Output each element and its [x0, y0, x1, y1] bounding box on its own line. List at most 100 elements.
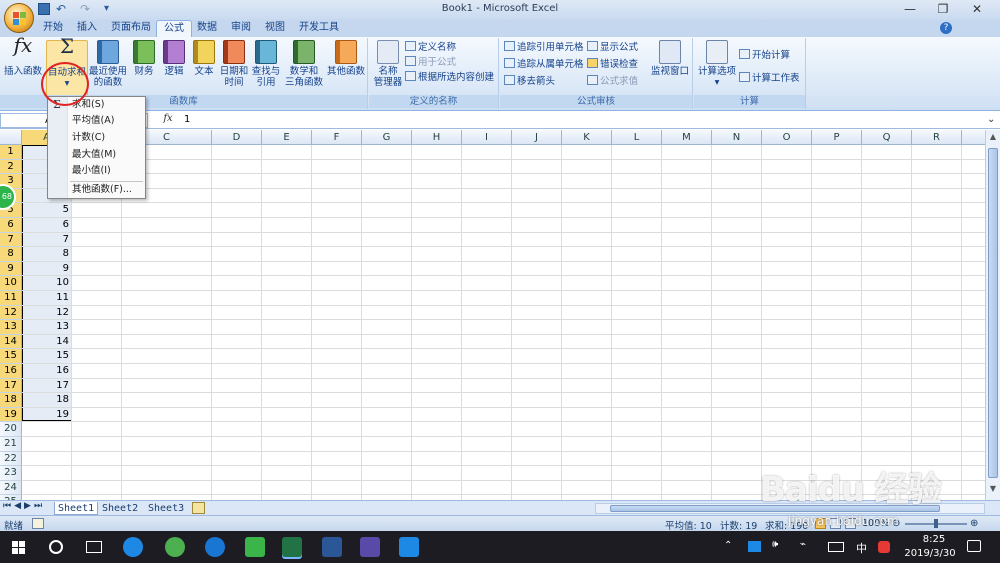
row-header[interactable]: 2 [0, 159, 22, 175]
row-header[interactable]: 11 [0, 291, 22, 306]
calc-options-button[interactable]: 计算选项 ▾ [696, 40, 738, 88]
k-app-icon[interactable] [205, 537, 225, 557]
column-header[interactable]: G [362, 130, 412, 145]
column-header[interactable]: O [762, 130, 812, 145]
search-icon[interactable] [49, 540, 63, 554]
tab-developer[interactable]: 开发工具 [292, 20, 346, 37]
calc-now-button[interactable]: 开始计算 [739, 49, 790, 63]
column-header[interactable]: I [462, 130, 512, 145]
define-name-button[interactable]: 定义名称 [405, 41, 456, 55]
column-header[interactable]: H [412, 130, 462, 145]
tab-insert[interactable]: 插入 [70, 20, 104, 37]
text-button[interactable]: 文本 [190, 40, 218, 77]
insert-sheet-icon[interactable] [192, 502, 205, 514]
clock-date[interactable]: 2019/3/30 [900, 548, 960, 559]
show-formulas-button[interactable]: 显示公式 [587, 41, 638, 55]
tab-view[interactable]: 视图 [258, 20, 292, 37]
expand-formula-bar-icon[interactable]: ⌄ [987, 114, 995, 125]
column-header[interactable]: P [812, 130, 862, 145]
financial-button[interactable]: 财务 [130, 40, 158, 77]
tray-app-icon[interactable] [748, 541, 761, 552]
column-header[interactable]: E [262, 130, 312, 145]
sheet-tab-2[interactable]: Sheet2 [99, 502, 141, 515]
cell-a[interactable]: 13 [22, 320, 69, 334]
minimize-button[interactable]: — [895, 0, 925, 20]
ie-browser-icon[interactable] [123, 537, 143, 557]
cell-a[interactable]: 7 [22, 233, 69, 247]
network-icon[interactable]: ⌁ [800, 539, 806, 550]
row-header[interactable]: 9 [0, 261, 22, 277]
name-manager-button[interactable]: 名称 管理器 [371, 40, 405, 88]
tab-page-layout[interactable]: 页面布局 [104, 20, 158, 37]
cell-a[interactable]: 10 [22, 276, 69, 290]
vertical-scrollbar[interactable]: ▲ ▼ [985, 130, 1000, 500]
insert-function-button[interactable]: fx 插入函数 [2, 35, 44, 77]
evaluate-formula-button[interactable]: 公式求值 [587, 75, 638, 89]
cell-a[interactable]: 19 [22, 408, 69, 422]
math-trig-button[interactable]: 数学和 三角函数 [282, 40, 326, 88]
column-header[interactable]: M [662, 130, 712, 145]
recent-functions-button[interactable]: 最近使用 的函数 [88, 40, 128, 88]
column-header[interactable]: J [512, 130, 562, 145]
create-from-selection-button[interactable]: 根据所选内容创建 [405, 71, 494, 85]
column-header[interactable]: L [612, 130, 662, 145]
row-header[interactable]: 1 [0, 145, 22, 160]
ime-indicator[interactable]: 中 [856, 540, 867, 556]
sheet-nav-arrows-icon[interactable]: ⏮◀▶⏭ [3, 501, 45, 511]
vertical-scroll-thumb[interactable] [988, 148, 998, 478]
watch-window-button[interactable]: 监视窗口 [650, 40, 690, 77]
row-header[interactable]: 18 [0, 393, 22, 408]
clock-time[interactable]: 8:25 [914, 534, 954, 545]
cell-a[interactable]: 18 [22, 393, 69, 407]
undo-icon[interactable]: ↶ [56, 2, 66, 16]
cell-a[interactable]: 6 [22, 218, 69, 232]
row-header[interactable]: 19 [0, 407, 22, 423]
green-app-icon[interactable] [165, 537, 185, 557]
cell-a[interactable]: 16 [22, 364, 69, 378]
column-header[interactable]: R [912, 130, 962, 145]
zoom-in-icon[interactable]: ⊕ [970, 518, 978, 529]
menu-item-more-functions[interactable]: 其他函数(F)... [72, 182, 132, 198]
help-icon[interactable]: ? [940, 22, 952, 34]
cell-a[interactable]: 15 [22, 349, 69, 363]
error-checking-button[interactable]: 错误检查 [587, 58, 638, 72]
calc-sheet-button[interactable]: 计算工作表 [739, 72, 800, 86]
column-header[interactable]: N [712, 130, 762, 145]
formula-input[interactable]: 1 [184, 114, 190, 125]
tab-data[interactable]: 数据 [190, 20, 224, 37]
tab-formulas[interactable]: 公式 [156, 20, 192, 37]
column-header[interactable]: D [212, 130, 262, 145]
close-button[interactable]: ✕ [962, 0, 992, 20]
sogou-ime-icon[interactable] [878, 541, 890, 553]
row-header[interactable]: 15 [0, 349, 22, 364]
zoom-slider-thumb[interactable] [934, 519, 938, 528]
row-header[interactable]: 22 [0, 451, 22, 467]
use-in-formula-button[interactable]: 用于公式 [405, 56, 456, 70]
menu-item-count[interactable]: 计数(C) [72, 130, 105, 146]
insert-function-fx-icon[interactable]: fx [160, 113, 176, 128]
sheet-tab-3[interactable]: Sheet3 [145, 502, 187, 515]
volume-icon[interactable]: 🕪 [772, 539, 778, 550]
menu-item-max[interactable]: 最大值(M) [72, 147, 116, 163]
row-header[interactable]: 21 [0, 437, 22, 452]
cell-a[interactable]: 12 [22, 306, 69, 320]
cell-a[interactable]: 9 [22, 262, 69, 276]
trace-precedents-button[interactable]: 追踪引用单元格 [504, 41, 584, 55]
word-icon[interactable] [322, 537, 342, 557]
column-header[interactable]: Q [862, 130, 912, 145]
cell-a[interactable]: 5 [22, 203, 69, 217]
tab-review[interactable]: 审阅 [224, 20, 258, 37]
customize-qat-icon[interactable]: ▾ [104, 3, 109, 14]
sheet-tab-1[interactable]: Sheet1 [54, 502, 99, 515]
notification-icon[interactable] [967, 540, 981, 552]
windows-start-icon[interactable] [12, 541, 25, 554]
row-header[interactable]: 23 [0, 466, 22, 481]
row-header[interactable]: 6 [0, 218, 22, 233]
task-view-icon[interactable] [86, 541, 102, 553]
menu-item-average[interactable]: 平均值(A) [72, 113, 114, 129]
more-functions-button[interactable]: 其他函数 [326, 40, 366, 77]
cell-a[interactable]: 17 [22, 379, 69, 393]
cell-a[interactable]: 14 [22, 335, 69, 349]
row-header[interactable]: 13 [0, 320, 22, 335]
menu-item-min[interactable]: 最小值(I) [72, 163, 111, 179]
